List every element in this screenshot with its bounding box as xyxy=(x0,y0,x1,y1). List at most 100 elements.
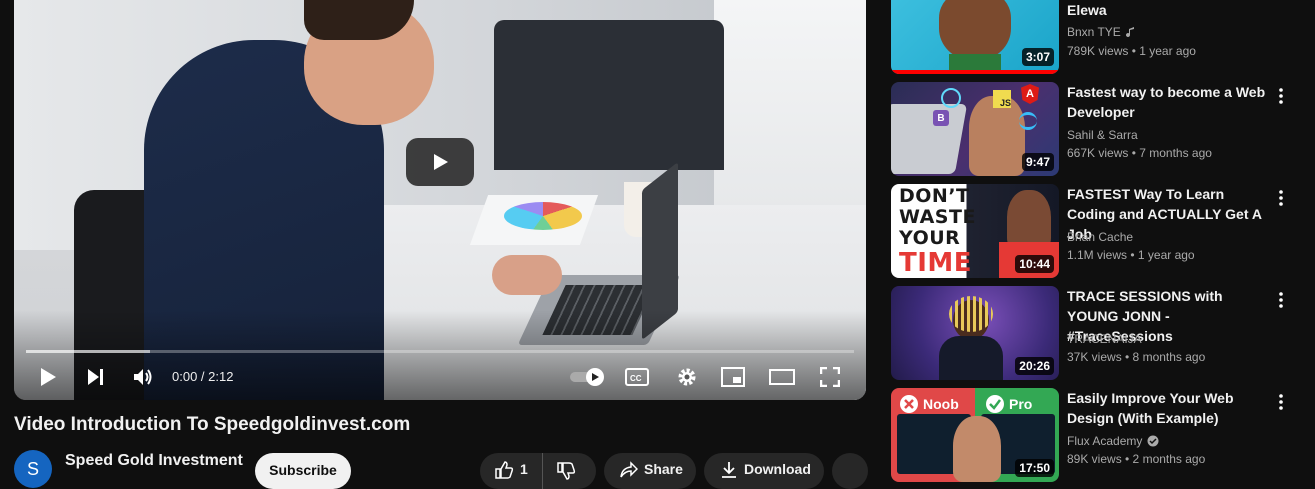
channel-avatar[interactable]: S xyxy=(14,450,52,488)
recommendation-title[interactable]: Easily Improve Your Web Design (With Exa… xyxy=(1067,388,1267,428)
recommendation-title[interactable]: Elewa xyxy=(1067,0,1267,20)
more-options-button[interactable] xyxy=(1273,188,1289,208)
channel-avatar-letter: S xyxy=(26,458,39,479)
kebab-menu-icon xyxy=(1279,88,1283,104)
bootstrap-logo-icon: B xyxy=(933,110,949,126)
video-duration: 17:50 xyxy=(1015,459,1054,477)
js-logo-icon: JS xyxy=(993,90,1011,108)
recommendation-title[interactable]: Fastest way to become a Web Developer xyxy=(1067,82,1267,122)
tailwind-logo-icon xyxy=(1019,112,1037,130)
more-options-button[interactable] xyxy=(1273,86,1289,106)
download-icon xyxy=(722,462,736,478)
recommendation-item[interactable]: DON’T WASTE YOUR TIME 10:44 FASTEST Way … xyxy=(891,184,1311,279)
play-button[interactable] xyxy=(36,364,60,390)
channel-name: TRACENAIJA xyxy=(1067,332,1142,346)
recommendation-meta: 789K views • 1 year ago xyxy=(1067,44,1196,58)
verified-icon xyxy=(1147,435,1159,447)
video-thumbnail[interactable]: JS A B 9:47 xyxy=(891,82,1059,176)
fullscreen-icon xyxy=(820,367,840,387)
video-title: Video Introduction To Speedgoldinvest.co… xyxy=(14,414,411,435)
recommendation-meta: 37K views • 8 months ago xyxy=(1067,350,1206,364)
video-thumbnail[interactable]: DON’T WASTE YOUR TIME 10:44 xyxy=(891,184,1059,278)
more-options-button[interactable] xyxy=(1273,290,1289,310)
volume-button[interactable] xyxy=(130,364,156,390)
miniplayer-button[interactable] xyxy=(720,364,746,390)
thumb-headline-line: DON’T xyxy=(899,185,970,207)
like-divider xyxy=(542,453,543,489)
share-icon xyxy=(620,461,638,478)
theater-icon xyxy=(769,369,795,385)
recommendation-channel[interactable]: Flux Academy xyxy=(1067,434,1159,448)
autoplay-toggle[interactable] xyxy=(570,368,604,386)
recommendation-meta: 667K views • 7 months ago xyxy=(1067,146,1212,160)
recommendation-meta: 1.1M views • 1 year ago xyxy=(1067,248,1195,262)
channel-name: Sahil & Sarra xyxy=(1067,128,1138,142)
kebab-menu-icon xyxy=(1279,190,1283,206)
thumb-laptop xyxy=(891,104,968,174)
settings-button[interactable] xyxy=(674,364,700,390)
video-frame-hand xyxy=(492,255,562,295)
angular-logo-icon: A xyxy=(1021,84,1039,104)
miniplayer-icon xyxy=(721,367,745,387)
video-duration: 20:26 xyxy=(1015,357,1054,375)
thumb-person-hair xyxy=(949,296,993,332)
autoplay-toggle-knob xyxy=(586,368,604,386)
check-circle-icon xyxy=(986,395,1004,413)
subscribe-button[interactable]: Subscribe xyxy=(255,453,351,489)
noob-label: Noob xyxy=(899,394,959,414)
thumb-headline-line: TIME xyxy=(899,248,973,278)
channel-name: Bnxn TYE xyxy=(1067,25,1121,39)
thumb-headline: DON’T WASTE YOUR TIME xyxy=(899,185,976,278)
recommendation-item[interactable]: 3:07 Elewa Bnxn TYE 789K views • 1 year … xyxy=(891,0,1311,75)
noob-text: Noob xyxy=(923,396,959,412)
video-player[interactable]: 0:00 / 2:12 CC xyxy=(14,0,866,400)
channel-name: Brian Cache xyxy=(1067,230,1134,244)
like-dislike-group[interactable]: 1 xyxy=(480,453,596,489)
video-duration: 10:44 xyxy=(1015,255,1054,273)
thumbs-down-icon xyxy=(557,462,576,480)
progress-bar[interactable] xyxy=(26,350,854,353)
recommendation-channel[interactable]: TRACENAIJA xyxy=(1067,332,1142,346)
download-button[interactable]: Download xyxy=(704,453,824,489)
play-icon xyxy=(41,368,56,386)
fullscreen-button[interactable] xyxy=(818,364,842,390)
recommendation-item[interactable]: JS A B 9:47 Fastest way to become a Web … xyxy=(891,82,1311,177)
thumb-person xyxy=(969,96,1025,176)
thumb-headline-line: YOUR xyxy=(899,227,961,249)
theater-mode-button[interactable] xyxy=(768,364,796,390)
video-frame-pie-chart xyxy=(504,202,582,230)
recommendation-channel[interactable]: Brian Cache xyxy=(1067,230,1133,244)
thumb-headline-line: WASTE xyxy=(899,206,976,228)
thumb-person xyxy=(1007,190,1051,250)
more-actions-button[interactable] xyxy=(832,453,868,489)
x-circle-icon xyxy=(900,395,918,413)
video-duration: 3:07 xyxy=(1021,48,1054,66)
more-options-button[interactable] xyxy=(1273,392,1289,412)
next-button[interactable] xyxy=(84,364,108,390)
video-thumbnail[interactable]: Noob Pro 17:50 xyxy=(891,388,1059,482)
music-note-icon xyxy=(1125,27,1134,38)
video-thumbnail[interactable]: 20:26 xyxy=(891,286,1059,380)
next-icon xyxy=(88,369,103,385)
share-button[interactable]: Share xyxy=(604,453,696,489)
volume-icon xyxy=(134,369,152,385)
kebab-menu-icon xyxy=(1279,292,1283,308)
recommendation-item[interactable]: 20:26 TRACE SESSIONS with YOUNG JONN - #… xyxy=(891,286,1311,381)
channel-name[interactable]: Speed Gold Investment xyxy=(65,452,243,470)
large-play-button[interactable] xyxy=(406,138,474,186)
video-thumbnail[interactable]: 3:07 xyxy=(891,0,1059,74)
pro-text: Pro xyxy=(1009,396,1033,412)
progress-buffered xyxy=(26,350,151,353)
recommendation-channel[interactable]: Bnxn TYE xyxy=(1067,25,1136,39)
gear-icon xyxy=(678,368,696,386)
play-icon xyxy=(434,154,448,170)
recommendation-meta: 89K views • 2 months ago xyxy=(1067,452,1206,466)
pro-label: Pro xyxy=(985,394,1032,414)
captions-button[interactable]: CC xyxy=(624,364,650,390)
captions-icon: CC xyxy=(625,368,649,386)
video-frame-stove xyxy=(494,20,724,170)
thumb-character-art xyxy=(939,0,1011,60)
svg-text:CC: CC xyxy=(630,374,642,383)
recommendation-channel[interactable]: Sahil & Sarra xyxy=(1067,128,1138,142)
kebab-menu-icon xyxy=(1279,394,1283,410)
